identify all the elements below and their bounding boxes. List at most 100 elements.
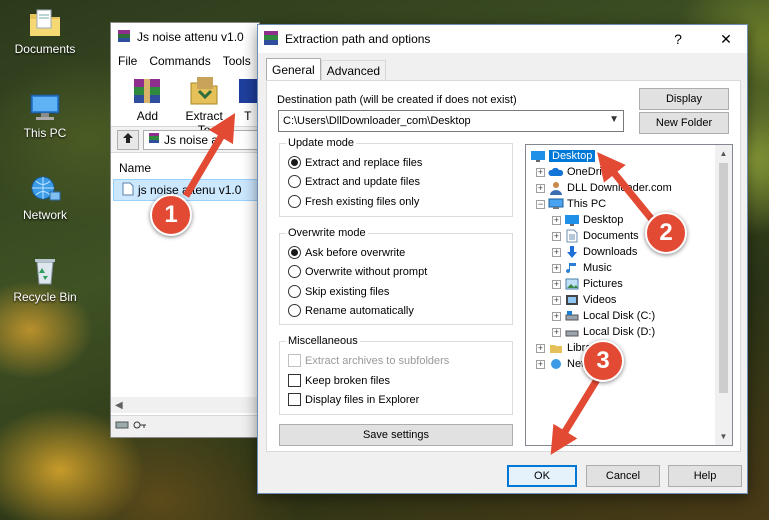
key-icon [133, 420, 147, 433]
new-folder-button[interactable]: New Folder [639, 112, 729, 134]
tree-item-music[interactable]: + Music [552, 260, 612, 276]
tab-general[interactable]: General [266, 58, 321, 80]
tree-label: DLL Downloader.com [567, 182, 672, 194]
close-button[interactable]: ✕ [705, 25, 747, 53]
expand-icon[interactable]: + [552, 231, 561, 241]
overwrite-mode-group: Overwrite mode Ask before overwrite Over… [279, 227, 513, 325]
tree-item-onedrive[interactable]: + OneDrive [536, 164, 613, 180]
expand-icon[interactable]: + [536, 167, 545, 177]
save-settings-button[interactable]: Save settings [279, 424, 513, 446]
desktop-icon-this-pc[interactable]: This PC [0, 92, 90, 140]
radio-rename-automatically[interactable]: Rename automatically [288, 304, 414, 317]
destination-path-label: Destination path (will be created if doe… [277, 94, 517, 106]
expand-icon[interactable]: + [536, 183, 545, 193]
expand-icon[interactable]: + [536, 343, 545, 353]
collapse-icon[interactable]: − [536, 199, 545, 209]
expand-icon[interactable]: + [552, 215, 561, 225]
extract-to-icon [185, 75, 223, 107]
column-header-name[interactable]: Name [111, 157, 259, 179]
checkbox[interactable] [288, 374, 301, 387]
archive-icon [148, 132, 160, 147]
radio-extract-update[interactable]: Extract and update files [288, 175, 420, 188]
file-list-row[interactable]: js noise attenu v1.0 [113, 179, 259, 201]
tree-label: This PC [567, 198, 607, 210]
menu-file[interactable]: File [118, 54, 137, 68]
tree-label: Local Disk (C:) [583, 310, 656, 322]
help-button[interactable]: Help [668, 465, 742, 487]
radio-fresh-existing[interactable]: Fresh existing files only [288, 195, 419, 208]
folder-tree[interactable]: Desktop + OneDrive + DLL Downloader.com − T… [525, 144, 733, 446]
tree-scrollbar[interactable]: ▲ ▼ [715, 145, 732, 445]
desktop-icon [564, 213, 580, 227]
add-button[interactable]: Add [123, 75, 172, 126]
radio-button-selected[interactable] [288, 246, 301, 259]
drive-icon [115, 420, 129, 433]
address-field[interactable]: Js noise at [143, 129, 259, 150]
onedrive-icon [548, 165, 564, 179]
address-text: Js noise at [164, 132, 222, 147]
scroll-thumb[interactable] [719, 163, 728, 393]
desktop-icon-documents[interactable]: Documents [0, 8, 90, 56]
radio-ask-before-overwrite[interactable]: Ask before overwrite [288, 246, 405, 259]
tab-advanced[interactable]: Advanced [320, 60, 387, 80]
desktop-icon-recycle-bin[interactable]: Recycle Bin [0, 256, 90, 304]
tree-item-user[interactable]: + DLL Downloader.com [536, 180, 672, 196]
radio-button[interactable] [288, 195, 301, 208]
checkbox-extract-subfolders[interactable]: Extract archives to subfolders [288, 354, 449, 367]
checkbox[interactable] [288, 393, 301, 406]
menu-commands[interactable]: Commands [149, 54, 210, 68]
radio-overwrite-without-prompt[interactable]: Overwrite without prompt [288, 265, 427, 278]
winrar-statusbar [111, 415, 259, 437]
expand-icon[interactable]: + [536, 359, 545, 369]
radio-button-selected[interactable] [288, 156, 301, 169]
expand-icon[interactable]: + [552, 247, 561, 257]
radio-button[interactable] [288, 175, 301, 188]
winrar-titlebar[interactable]: Js noise attenu v1.0 [111, 23, 259, 51]
tree-item-this-pc[interactable]: − This PC [536, 196, 606, 212]
scroll-left-icon: ◀ [115, 399, 123, 411]
tree-label: Local Disk (D:) [583, 326, 656, 338]
help-title-button[interactable]: ? [657, 25, 699, 53]
radio-button[interactable] [288, 304, 301, 317]
checkbox-display-in-explorer[interactable]: Display files in Explorer [288, 393, 419, 406]
up-folder-button[interactable] [117, 129, 139, 150]
tree-item-desktop[interactable]: Desktop [530, 148, 596, 164]
expand-icon[interactable]: + [552, 263, 561, 273]
radio-extract-replace[interactable]: Extract and replace files [288, 156, 422, 169]
horizontal-scrollbar[interactable]: ◀ [111, 397, 259, 413]
radio-button[interactable] [288, 285, 301, 298]
checkbox[interactable] [288, 354, 301, 367]
scroll-down-icon[interactable]: ▼ [715, 428, 732, 445]
winrar-address-bar: Js noise at [111, 127, 259, 153]
destination-path-combo[interactable]: C:\Users\DllDownloader_com\Desktop ▼ [278, 110, 624, 132]
radio-skip-existing[interactable]: Skip existing files [288, 285, 389, 298]
expand-icon[interactable]: + [552, 295, 561, 305]
expand-icon[interactable]: + [552, 327, 561, 337]
menu-tools[interactable]: Tools [223, 54, 251, 68]
folder-documents-icon [28, 8, 62, 38]
desktop-icon-label: Recycle Bin [13, 290, 77, 304]
ok-button[interactable]: OK [507, 465, 577, 487]
network-icon [548, 357, 564, 371]
desktop-icon-network[interactable]: Network [0, 174, 90, 222]
expand-icon[interactable]: + [552, 279, 561, 289]
test-button[interactable]: T [237, 75, 260, 126]
file-icon [122, 182, 134, 199]
cancel-button[interactable]: Cancel [586, 465, 660, 487]
tree-item-videos[interactable]: + Videos [552, 292, 616, 308]
tree-item-documents[interactable]: + Documents [552, 228, 639, 244]
tree-item-pictures[interactable]: + Pictures [552, 276, 623, 292]
chevron-down-icon[interactable]: ▼ [609, 114, 619, 125]
checkbox-keep-broken-files[interactable]: Keep broken files [288, 374, 390, 387]
extract-to-button[interactable]: Extract To [180, 75, 229, 137]
scroll-up-icon[interactable]: ▲ [715, 145, 732, 162]
radio-button[interactable] [288, 265, 301, 278]
display-button[interactable]: Display [639, 88, 729, 110]
tree-item-downloads[interactable]: + Downloads [552, 244, 637, 260]
tree-item-pc-desktop[interactable]: + Desktop [552, 212, 623, 228]
tree-item-local-disk-d[interactable]: + Local Disk (D:) [552, 324, 655, 340]
tree-item-local-disk-c[interactable]: + Local Disk (C:) [552, 308, 655, 324]
dialog-titlebar[interactable]: Extraction path and options ? ✕ [258, 25, 747, 53]
dialog-tabs: General Advanced [266, 58, 387, 80]
expand-icon[interactable]: + [552, 311, 561, 321]
